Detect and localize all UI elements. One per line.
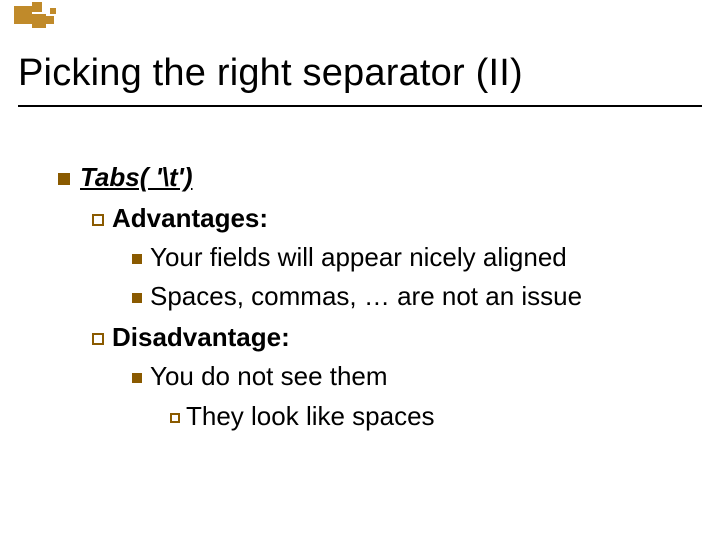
hollow-square-bullet-icon <box>92 333 104 345</box>
lvl1-label: Tabs( '\t') <box>80 162 193 192</box>
corner-decoration <box>0 0 80 40</box>
bullet-lvl4: They look like spaces <box>170 399 690 434</box>
title-rule <box>18 105 702 107</box>
bullet-lvl3: Your fields will appear nicely aligned <box>132 240 690 275</box>
lvl3-text: Spaces, commas, … are not an issue <box>150 281 582 311</box>
title-area: Picking the right separator (II) <box>18 52 702 107</box>
bullet-lvl1: Tabs( '\t') <box>58 160 690 195</box>
lvl4-text: They look like spaces <box>186 401 435 431</box>
slide-content: Tabs( '\t') Advantages: Your fields will… <box>58 160 690 434</box>
slide-title: Picking the right separator (II) <box>18 52 702 95</box>
lvl3-text: You do not see them <box>150 361 388 391</box>
square-bullet-icon <box>132 373 142 383</box>
bullet-lvl3: You do not see them <box>132 359 690 394</box>
bullet-lvl2-disadvantage: Disadvantage: <box>92 320 690 355</box>
square-bullet-icon <box>132 293 142 303</box>
lvl2-label: Advantages: <box>112 203 268 233</box>
square-bullet-icon <box>58 173 70 185</box>
lvl3-text: Your fields will appear nicely aligned <box>150 242 567 272</box>
hollow-square-bullet-icon <box>170 413 180 423</box>
bullet-lvl2-advantages: Advantages: <box>92 201 690 236</box>
square-bullet-icon <box>132 254 142 264</box>
lvl2-label: Disadvantage: <box>112 322 290 352</box>
bullet-lvl3: Spaces, commas, … are not an issue <box>132 279 690 314</box>
hollow-square-bullet-icon <box>92 214 104 226</box>
